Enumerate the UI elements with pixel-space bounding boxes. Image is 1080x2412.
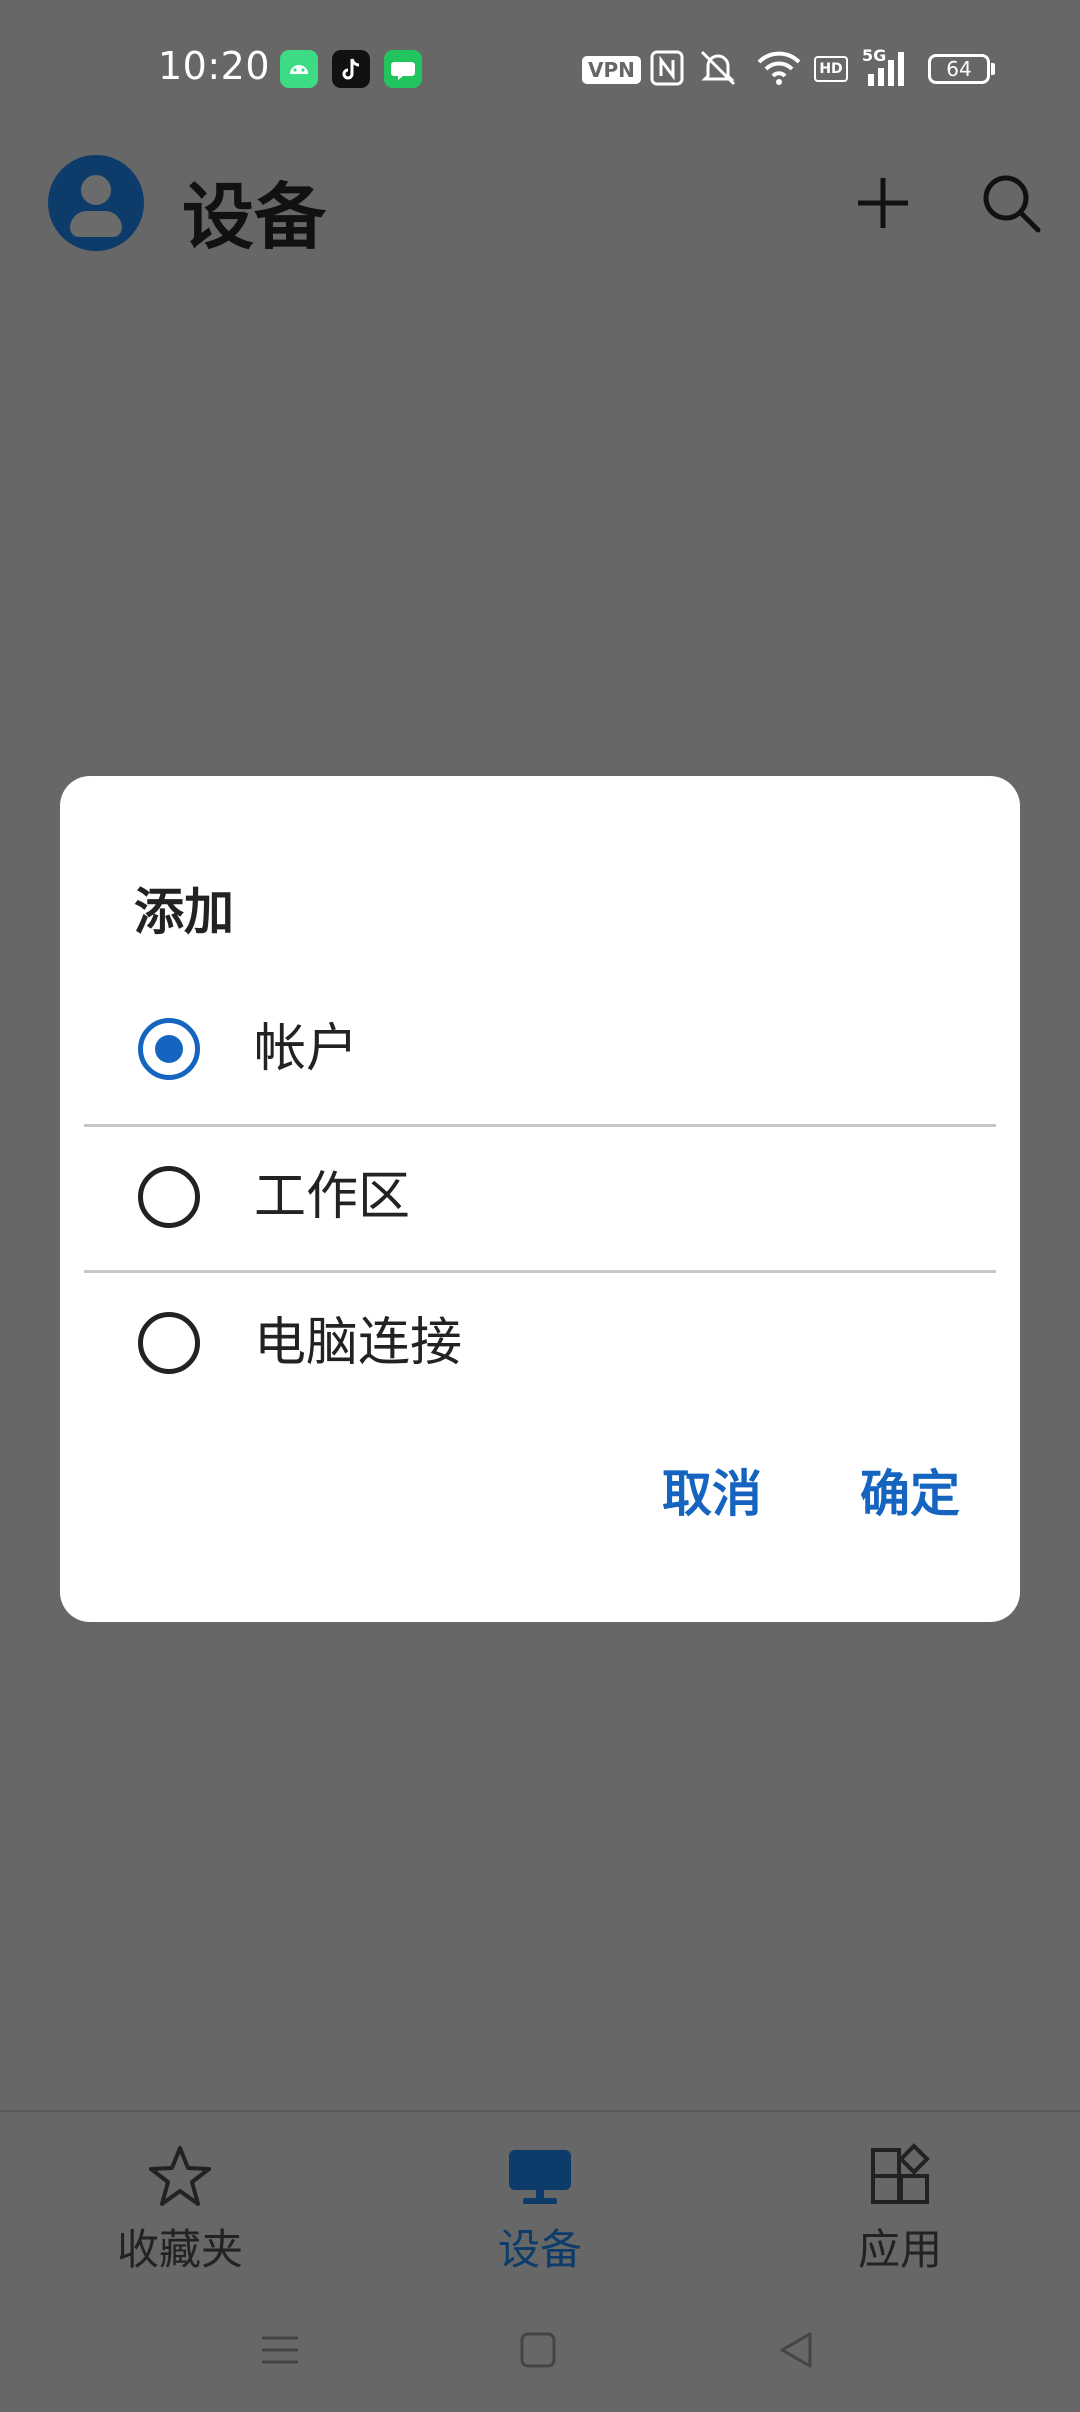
home-icon[interactable] [508, 2320, 568, 2380]
option-label: 工作区 [254, 1167, 411, 1227]
nfc-icon [650, 48, 684, 92]
hd-badge: HD [814, 56, 848, 82]
nav-label: 设备 [497, 2225, 582, 2274]
android-icon [280, 50, 318, 88]
vpn-badge: VPN [582, 56, 641, 84]
system-navigation-bar [0, 2300, 1080, 2412]
radio-checked-icon[interactable] [138, 1018, 200, 1080]
chat-app-icon [384, 50, 422, 88]
search-icon[interactable] [978, 170, 1044, 236]
nav-item-devices[interactable]: 设备 [420, 2142, 660, 2292]
bottom-navigation: 收藏夹 设备 应用 [0, 2110, 1080, 2292]
option-account[interactable] [60, 1754, 1020, 1900]
radio-unchecked-icon[interactable] [138, 1166, 200, 1228]
page-title: 设备 [182, 175, 327, 259]
back-icon[interactable] [766, 2320, 826, 2380]
option-pc-connection[interactable]: 电脑连接 [60, 1270, 1020, 1416]
nav-label: 收藏夹 [116, 2225, 243, 2274]
status-time: 10:20 [158, 44, 271, 88]
star-icon [149, 2146, 211, 2206]
add-dialog-body: 帐户 工作区 电脑连接 取消 确定 [60, 776, 1020, 1622]
option-account[interactable]: 帐户 [60, 976, 1020, 1122]
monitor-icon [509, 2150, 571, 2204]
user-avatar-icon[interactable] [48, 155, 144, 251]
battery-tip [991, 63, 995, 75]
status-bar: 10:20 VPN HD 5G 64 [0, 0, 1080, 140]
option-label: 帐户 [254, 1019, 359, 1079]
radio-unchecked-icon[interactable] [138, 1312, 200, 1374]
app-header: 设备 [0, 140, 1080, 270]
option-workspace[interactable]: 工作区 [60, 1124, 1020, 1270]
plus-icon[interactable] [850, 170, 916, 236]
nav-label: 应用 [857, 2225, 942, 2274]
tiktok-icon [332, 50, 370, 88]
option-label: 电脑连接 [254, 1313, 463, 1373]
mute-bell-icon [696, 48, 740, 92]
wifi-icon [756, 48, 802, 92]
network-type-label: 5G [862, 46, 887, 65]
menu-icon[interactable] [250, 2320, 310, 2380]
apps-icon [871, 2143, 930, 2204]
nav-item-favorites[interactable]: 收藏夹 [60, 2142, 300, 2292]
battery-indicator: 64 [928, 54, 990, 84]
cancel-button[interactable]: 取消 [650, 1456, 774, 1532]
confirm-button[interactable]: 确定 [848, 1456, 972, 1532]
nav-item-apps[interactable]: 应用 [780, 2142, 1020, 2292]
signal-icon: 5G [862, 46, 910, 92]
